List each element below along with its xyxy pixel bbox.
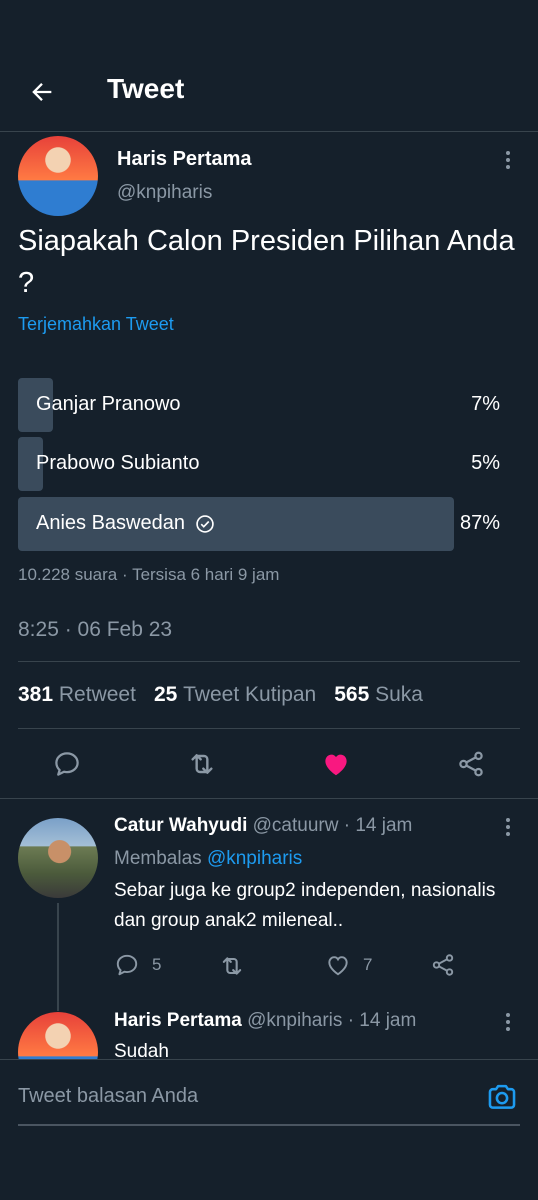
reply-author-handle[interactable]: @catuurw [253,815,339,836]
retweet-icon [191,754,213,774]
reply-author-name[interactable]: Catur Wahyudi [114,815,247,836]
reply-retweet-action[interactable] [218,952,246,980]
more-options-icon[interactable] [498,1009,518,1035]
poll-meta-separator: · [117,565,133,584]
author-avatar[interactable] [18,136,98,216]
replying-to: Membalas @knpiharis [114,844,302,874]
heart-filled-icon [325,754,347,776]
tweet-timestamp[interactable]: 8:25 · 06 Feb 23 [18,618,172,642]
reply-clip: Haris Pertama @knpiharis · 14 jam Sudah [0,1000,538,1059]
divider [0,798,538,799]
reply-like-action[interactable]: 7 [325,952,372,978]
tweet-stats: 381 Retweet 25 Tweet Kutipan 565 Suka [18,683,423,707]
arrow-left-icon [32,83,52,101]
likes-count: 565 [334,683,370,706]
poll-option-label: Prabowo Subianto [36,452,200,474]
retweet-button[interactable] [184,746,220,782]
heart-icon [328,956,348,976]
likes-stat[interactable]: 565 Suka [334,683,423,707]
reply-comment-action[interactable]: 5 [114,952,161,978]
retweets-label: Retweet [58,683,136,706]
poll-option-percent: 7% [471,393,500,415]
share-icon [459,751,483,777]
composer-underline [18,1124,520,1126]
poll-option-winner: Anies Baswedan 87% [18,497,518,551]
reply-avatar[interactable] [18,1012,98,1059]
reply-icon [116,954,138,976]
reply-header: Haris Pertama @knpiharis · 14 jam [114,1010,416,1032]
composer-divider [0,1059,538,1060]
reply-time: · 14 jam [347,1010,417,1031]
poll-option-percent: 87% [459,512,500,534]
header-divider [0,131,538,132]
poll-option-label-wrap: Anies Baswedan [36,512,215,535]
reply-button[interactable] [49,746,85,782]
replying-to-handle[interactable]: @knpiharis [207,848,302,869]
poll-option-label: Anies Baswedan [36,512,185,534]
poll-meta: 10.228 suara · Tersisa 6 hari 9 jam [18,565,279,585]
author-handle[interactable]: @knpiharis [117,182,212,204]
like-button[interactable] [318,746,354,782]
reply-text: Sebar juga ke group2 independen, nasiona… [114,880,496,931]
page-title: Tweet [107,73,185,104]
more-options-icon[interactable] [498,814,518,840]
back-button[interactable] [22,72,62,112]
reply-share-action[interactable] [430,952,456,978]
reply-header: Catur Wahyudi @catuurw · 14 jam [114,815,412,837]
tweet-text: Siapakah Calon Presiden Pilihan Anda ? [18,225,515,299]
camera-button[interactable] [484,1079,520,1115]
replying-prefix: Membalas [114,848,202,869]
share-icon [432,954,454,976]
poll-remaining: Tersisa 6 hari 9 jam [132,565,280,584]
reply-author-handle[interactable]: @knpiharis [247,1010,342,1031]
quotes-stat[interactable]: 25 Tweet Kutipan [154,683,316,707]
camera-icon [488,1084,516,1109]
poll-votes: 10.228 suara [18,565,118,584]
more-options-icon[interactable] [498,147,518,173]
translate-tweet-link[interactable]: Terjemahkan Tweet [18,314,174,335]
poll-option-label: Ganjar Pranowo [36,393,181,415]
thread-line [57,903,59,1011]
likes-label: Suka [375,683,423,706]
reply-composer-input[interactable]: Tweet balasan Anda [18,1085,198,1108]
quotes-count: 25 [153,683,178,706]
poll-option: Ganjar Pranowo 7% [18,378,518,432]
share-button[interactable] [453,746,489,782]
poll-option-percent: 5% [471,452,500,474]
reply-icon [55,752,79,776]
author-name[interactable]: Haris Pertama [117,148,252,171]
divider [18,728,520,729]
reply-avatar[interactable] [18,818,98,898]
divider [18,661,520,662]
retweets-count: 381 [18,683,54,706]
poll-option: Prabowo Subianto 5% [18,437,518,491]
reply-count: 5 [152,955,162,974]
check-circle-icon [196,514,214,533]
retweets-stat[interactable]: 381 Retweet [18,683,136,707]
reply-text: Sudah [114,1041,169,1059]
reply-time: · 14 jam [343,815,413,836]
retweet-icon [222,957,242,975]
like-count: 7 [363,955,373,974]
reply-author-name[interactable]: Haris Pertama [114,1010,242,1031]
quotes-label: Tweet Kutipan [183,683,317,706]
